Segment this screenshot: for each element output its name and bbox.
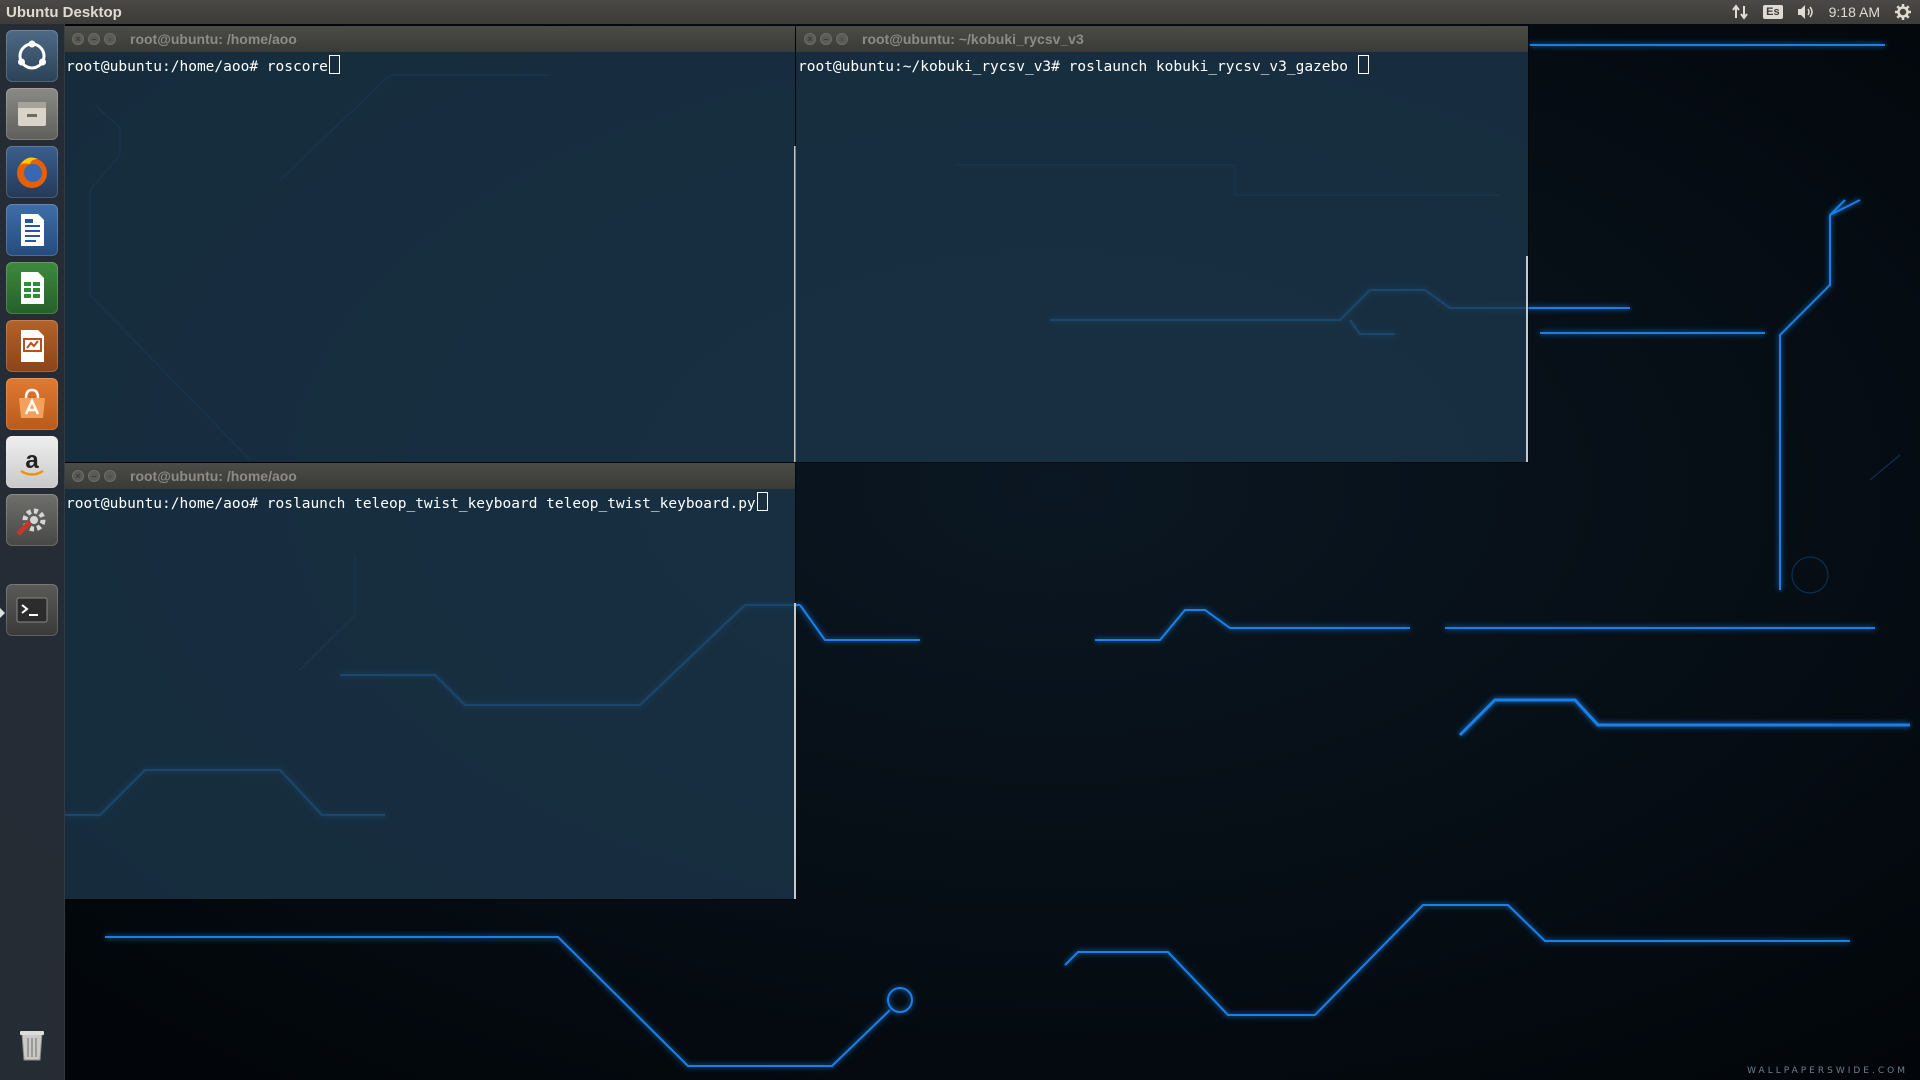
terminal-titlebar[interactable]: × – ▫ root@ubuntu: /home/aoo (64, 463, 795, 489)
close-icon[interactable]: × (804, 33, 816, 45)
shell-command: roslaunch kobuki_rycsv_v3_gazebo (1068, 59, 1357, 75)
terminal-scrollbar[interactable] (794, 603, 796, 899)
terminal-titlebar[interactable]: × – ▫ root@ubuntu: /home/aoo (64, 26, 795, 52)
terminal-title: root@ubuntu: /home/aoo (130, 31, 297, 47)
terminal-window-roscore[interactable]: × – ▫ root@ubuntu: /home/aoo root@ubuntu… (64, 26, 796, 462)
terminal-title: root@ubuntu: /home/aoo (130, 468, 297, 484)
libreoffice-calc-icon[interactable] (6, 262, 58, 314)
shell-prompt: root@ubuntu:~/kobuki_rycsv_v3# (798, 59, 1069, 75)
maximize-icon[interactable]: ▫ (104, 470, 116, 482)
firefox-icon[interactable] (6, 146, 58, 198)
terminal-scrollbar[interactable] (1526, 256, 1528, 462)
system-settings-icon[interactable] (6, 494, 58, 546)
close-icon[interactable]: × (72, 33, 84, 45)
files-icon[interactable] (6, 88, 58, 140)
close-icon[interactable]: × (72, 470, 84, 482)
minimize-icon[interactable]: – (88, 33, 100, 45)
launcher: a (0, 24, 65, 1080)
maximize-icon[interactable]: ▫ (836, 33, 848, 45)
terminal-window-gazebo[interactable]: × – ▫ root@ubuntu: ~/kobuki_rycsv_v3 roo… (796, 26, 1528, 462)
keyboard-layout-indicator[interactable]: Es (1763, 5, 1783, 19)
minimize-icon[interactable]: – (820, 33, 832, 45)
panel-title: Ubuntu Desktop (6, 3, 122, 21)
volume-icon[interactable] (1797, 3, 1815, 21)
maximize-icon[interactable]: ▫ (104, 33, 116, 45)
top-panel: Ubuntu Desktop Es 9:18 AM (0, 0, 1920, 24)
terminal-output[interactable]: root@ubuntu:/home/aoo# roslaunch teleop_… (64, 489, 795, 515)
shell-command: roscore (266, 59, 328, 75)
text-cursor (328, 55, 340, 74)
libreoffice-writer-icon[interactable] (6, 204, 58, 256)
dash-home-icon[interactable] (6, 30, 58, 82)
panel-indicators: Es 9:18 AM (1731, 3, 1912, 21)
minimize-icon[interactable]: – (88, 470, 100, 482)
shell-prompt: root@ubuntu:/home/aoo# (66, 59, 267, 75)
trash-icon[interactable] (6, 1018, 58, 1070)
terminal-title: root@ubuntu: ~/kobuki_rycsv_v3 (862, 31, 1084, 47)
active-app-indicator (0, 608, 5, 618)
terminal-output[interactable]: root@ubuntu:~/kobuki_rycsv_v3# roslaunch… (796, 52, 1528, 78)
libreoffice-impress-icon[interactable] (6, 320, 58, 372)
amazon-icon[interactable]: a (6, 436, 58, 488)
terminal-icon[interactable] (6, 584, 58, 636)
svg-text:a: a (25, 447, 39, 474)
shell-command: roslaunch teleop_twist_keyboard teleop_t… (266, 496, 756, 512)
shell-prompt: root@ubuntu:/home/aoo# (66, 496, 267, 512)
text-cursor (1357, 55, 1369, 74)
gear-icon[interactable] (1894, 3, 1912, 21)
network-arrows-icon[interactable] (1731, 3, 1749, 21)
clock[interactable]: 9:18 AM (1829, 4, 1880, 20)
terminal-titlebar[interactable]: × – ▫ root@ubuntu: ~/kobuki_rycsv_v3 (796, 26, 1528, 52)
terminal-window-teleop[interactable]: × – ▫ root@ubuntu: /home/aoo root@ubuntu… (64, 463, 796, 899)
terminal-output[interactable]: root@ubuntu:/home/aoo# roscore (64, 52, 795, 78)
wallpaper-watermark: WALLPAPERSWIDE.COM (1747, 1066, 1908, 1076)
text-cursor (756, 492, 768, 511)
software-center-icon[interactable] (6, 378, 58, 430)
